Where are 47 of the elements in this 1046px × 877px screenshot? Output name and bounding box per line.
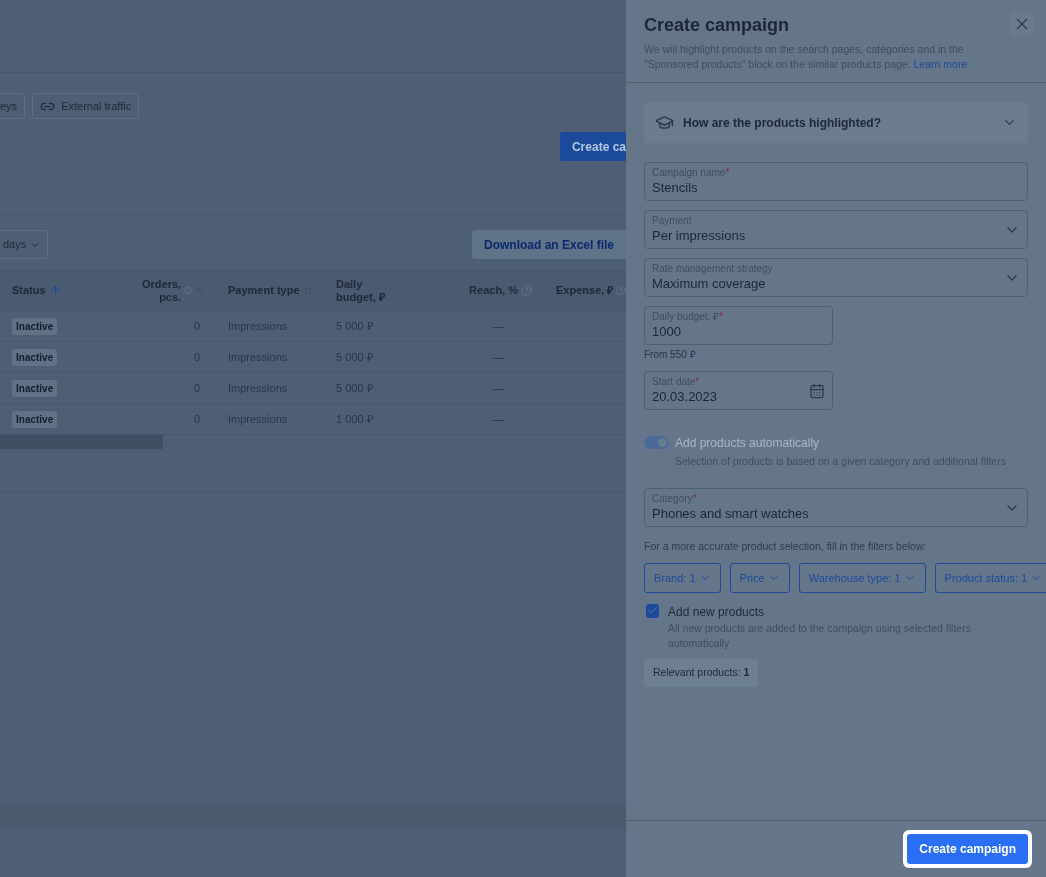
accordion-header[interactable]: How are the products highlighted?: [644, 102, 1028, 143]
column-label: Orders, pcs.: [142, 278, 182, 303]
status-badge: Inactive: [12, 410, 58, 428]
field-value: 20.03.2023: [652, 388, 719, 405]
filter-chip[interactable]: Brand: 1: [644, 562, 721, 593]
column-header[interactable]: Orders, pcs.: [130, 271, 216, 310]
period-select[interactable]: days: [0, 230, 49, 259]
status-badge: Inactive: [12, 379, 58, 397]
column-label: Status: [12, 284, 46, 297]
column-label: Daily budget, ₽: [336, 278, 386, 303]
column-header[interactable]: Status: [0, 271, 130, 310]
relevant-products-count: Relevant products: 1: [644, 658, 759, 687]
calendar-icon: [809, 382, 825, 399]
field-value: 1000: [652, 323, 682, 340]
filters-hint: For a more accurate product selection, fill in the filters below:: [644, 539, 928, 554]
field-value: Maximum coverage: [652, 275, 767, 292]
field-value: Stencils: [652, 179, 699, 196]
column-label: Expense, ₽: [556, 284, 614, 297]
graduation-cap-icon: [655, 113, 674, 132]
column-label: Reach, %: [469, 284, 518, 297]
close-button[interactable]: [1010, 12, 1034, 36]
table-cell-text: —: [493, 349, 504, 365]
table-cell-text: —: [493, 318, 504, 334]
toolbar-button[interactable]: External traffic: [32, 93, 140, 119]
filter-chip[interactable]: Price: [729, 562, 790, 593]
panel-title: Create campaign: [644, 14, 790, 37]
checkbox-label: Add new products: [668, 603, 766, 621]
help-icon: [521, 285, 532, 296]
toggle-label: Add products automatically: [675, 435, 821, 452]
create-campaign-button[interactable]: Create campaign: [907, 834, 1028, 864]
field-value: Phones and smart watches: [652, 505, 810, 522]
column-header[interactable]: Payment type: [216, 271, 324, 310]
checkbox[interactable]: [646, 603, 659, 618]
filter-chip[interactable]: Warehouse type: 1: [798, 562, 926, 593]
table-cell-text: —: [493, 411, 504, 427]
status-badge: Inactive: [12, 348, 58, 366]
table-cell-text: —: [493, 380, 504, 396]
filter-chip[interactable]: Product status: 1: [934, 562, 1046, 593]
status-badge: Inactive: [12, 317, 58, 335]
create-button[interactable]: Create ca: [559, 132, 626, 161]
download-button[interactable]: Download an Excel file: [471, 230, 626, 259]
learn-more-link[interactable]: Learn more: [913, 58, 968, 70]
field-value: Per impressions: [652, 227, 747, 244]
help-icon: [184, 285, 193, 296]
column-label: Payment type: [228, 284, 300, 297]
sort-ascending-icon: [48, 284, 62, 297]
field-hint: From 550 ₽: [644, 348, 697, 362]
